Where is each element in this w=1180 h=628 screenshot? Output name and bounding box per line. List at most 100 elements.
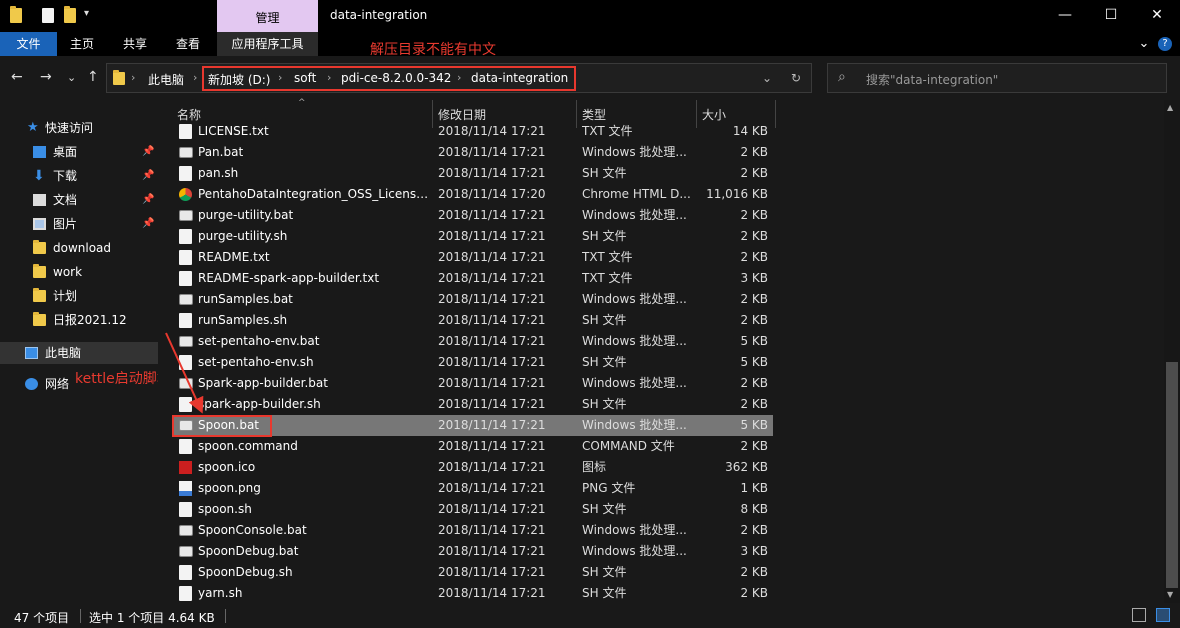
nav-download-folder[interactable]: download xyxy=(0,237,158,259)
details-view-icon[interactable] xyxy=(1132,608,1146,622)
quick-access-dropdown-icon[interactable]: ▾ xyxy=(84,8,89,19)
file-name: Spark-app-builder.bat xyxy=(198,376,328,390)
table-row[interactable]: spoon.command 2018/11/14 17:21 COMMAND 文件 2… xyxy=(173,436,773,457)
search-input[interactable]: ⌕ 搜索"data-integration" xyxy=(827,63,1167,93)
tab-home[interactable]: 主页 xyxy=(57,32,107,56)
file-date: 2018/11/14 17:21 xyxy=(438,229,546,243)
chrome-file-icon xyxy=(179,188,192,201)
spoon-highlight-box xyxy=(172,415,272,437)
minimize-button[interactable]: — xyxy=(1042,0,1088,32)
nav-plan-folder[interactable]: 计划 xyxy=(0,285,158,307)
bat-file-icon xyxy=(179,147,193,158)
up-arrow-icon[interactable]: ↑ xyxy=(87,69,99,85)
ribbon: 文件 主页 共享 查看 应用程序工具 ⌄ ? xyxy=(0,32,1180,56)
large-icons-view-icon[interactable] xyxy=(1156,608,1170,622)
table-row[interactable]: Pan.bat 2018/11/14 17:21 Windows 批处理... 2 K… xyxy=(173,142,773,163)
properties-icon[interactable] xyxy=(42,8,54,23)
file-name: spoon.sh xyxy=(198,502,252,516)
file-size: 2 KB xyxy=(740,292,768,306)
selection-info: 选中 1 个项目 4.64 KB xyxy=(89,611,215,625)
scroll-down-icon[interactable]: ▼ xyxy=(1167,590,1173,599)
maximize-button[interactable]: ☐ xyxy=(1088,0,1134,32)
table-row[interactable]: README-spark-app-builder.txt 2018/11/14 1… xyxy=(173,268,773,289)
table-row[interactable]: purge-utility.bat 2018/11/14 17:21 Windows… xyxy=(173,205,773,226)
forward-arrow-icon[interactable]: → xyxy=(40,69,52,85)
scroll-thumb[interactable] xyxy=(1166,362,1178,588)
nav-pictures[interactable]: 图片 📌 xyxy=(0,213,158,235)
help-icon[interactable]: ? xyxy=(1158,37,1172,51)
table-row[interactable]: LICENSE.txt 2018/11/14 17:21 TXT 文件 14 KB xyxy=(173,121,773,142)
file-name: purge-utility.bat xyxy=(198,208,294,222)
table-row[interactable]: PentahoDataIntegration_OSS_License... 201… xyxy=(173,184,773,205)
table-row[interactable]: spoon.sh 2018/11/14 17:21 SH 文件 8 KB xyxy=(173,499,773,520)
table-row[interactable]: purge-utility.sh 2018/11/14 17:21 SH 文件 2 K… xyxy=(173,226,773,247)
breadcrumb-separator[interactable]: › xyxy=(193,71,197,84)
nav-work-folder[interactable]: work xyxy=(0,261,158,283)
tab-app-tools[interactable]: 应用程序工具 xyxy=(217,32,318,56)
ico-file-icon xyxy=(179,461,192,474)
folder-icon xyxy=(113,70,125,85)
table-row[interactable]: spoon.ico 2018/11/14 17:21 图标 362 KB xyxy=(173,457,773,478)
refresh-icon[interactable]: ↻ xyxy=(791,71,801,85)
close-button[interactable]: ✕ xyxy=(1134,0,1180,32)
file-name: PentahoDataIntegration_OSS_License... xyxy=(198,187,430,201)
table-row[interactable]: runSamples.bat 2018/11/14 17:21 Windows 批处… xyxy=(173,289,773,310)
table-row[interactable]: pan.sh 2018/11/14 17:21 SH 文件 2 KB xyxy=(173,163,773,184)
tab-view[interactable]: 查看 xyxy=(163,32,213,56)
file-type: SH 文件 xyxy=(582,397,627,411)
table-row[interactable]: set-pentaho-env.sh 2018/11/14 17:21 SH 文件 5… xyxy=(173,352,773,373)
vertical-scrollbar[interactable]: ▲ ▼ xyxy=(1164,100,1180,603)
file-size: 1 KB xyxy=(740,481,768,495)
file-type: SH 文件 xyxy=(582,313,627,327)
new-folder-icon[interactable] xyxy=(64,6,76,23)
nav-desktop[interactable]: 桌面 📌 xyxy=(0,141,158,163)
table-row[interactable]: SpoonDebug.sh 2018/11/14 17:21 SH 文件 2 KB xyxy=(173,562,773,583)
address-dropdown-icon[interactable]: ⌄ xyxy=(762,71,772,85)
png-file-icon xyxy=(179,481,192,496)
txt-file-icon xyxy=(179,565,192,580)
tab-file[interactable]: 文件 xyxy=(0,32,57,56)
file-size: 11,016 KB xyxy=(706,187,768,201)
back-arrow-icon[interactable]: ← xyxy=(11,69,23,85)
picture-icon xyxy=(33,218,46,230)
nav-daily-report-folder[interactable]: 日报2021.12 xyxy=(0,309,158,331)
bat-file-icon xyxy=(179,210,193,221)
table-row[interactable]: spoon.png 2018/11/14 17:21 PNG 文件 1 KB xyxy=(173,478,773,499)
table-row[interactable]: README.txt 2018/11/14 17:21 TXT 文件 2 KB xyxy=(173,247,773,268)
table-row[interactable]: SpoonConsole.bat 2018/11/14 17:21 Windows … xyxy=(173,520,773,541)
nav-quick-access[interactable]: ★ 快速访问 xyxy=(0,117,158,139)
table-row[interactable]: set-pentaho-env.bat 2018/11/14 17:21 Windo… xyxy=(173,331,773,352)
file-size: 362 KB xyxy=(725,460,768,474)
nav-this-pc[interactable]: 此电脑 xyxy=(0,342,158,364)
tab-share[interactable]: 共享 xyxy=(110,32,160,56)
table-row[interactable]: SpoonDebug.bat 2018/11/14 17:21 Windows 批处… xyxy=(173,541,773,562)
file-date: 2018/11/14 17:21 xyxy=(438,166,546,180)
file-type: TXT 文件 xyxy=(582,271,633,285)
file-type: Windows 批处理... xyxy=(582,145,687,159)
item-count: 47 个项目 xyxy=(14,611,70,625)
ribbon-collapse-icon[interactable]: ⌄ xyxy=(1134,32,1154,56)
bat-file-icon xyxy=(179,294,193,305)
nav-downloads[interactable]: ⬇ 下载 📌 xyxy=(0,165,158,187)
breadcrumb-this-pc[interactable]: 此电脑 xyxy=(148,71,184,88)
txt-file-icon xyxy=(179,229,192,244)
file-date: 2018/11/14 17:21 xyxy=(438,145,546,159)
txt-file-icon xyxy=(179,166,192,181)
scroll-up-icon[interactable]: ▲ xyxy=(1167,103,1173,112)
file-size: 5 KB xyxy=(740,355,768,369)
table-row[interactable]: Spark-app-builder.bat 2018/11/14 17:21 Win… xyxy=(173,373,773,394)
file-size: 5 KB xyxy=(740,334,768,348)
table-row[interactable]: yarn.sh 2018/11/14 17:21 SH 文件 2 KB xyxy=(173,583,773,604)
table-row[interactable]: spark-app-builder.sh 2018/11/14 17:21 SH 文… xyxy=(173,394,773,415)
recent-locations-icon[interactable]: ⌄ xyxy=(67,71,76,84)
column-divider[interactable] xyxy=(775,100,776,128)
file-date: 2018/11/14 17:21 xyxy=(438,355,546,369)
file-name: README-spark-app-builder.txt xyxy=(198,271,380,285)
nav-documents[interactable]: 文档 📌 xyxy=(0,189,158,211)
file-type: TXT 文件 xyxy=(582,124,633,138)
table-row[interactable]: runSamples.sh 2018/11/14 17:21 SH 文件 2 KB xyxy=(173,310,773,331)
breadcrumb-separator[interactable]: › xyxy=(131,71,135,84)
file-type: SH 文件 xyxy=(582,565,627,579)
file-type: PNG 文件 xyxy=(582,481,636,495)
tab-manage[interactable]: 管理 xyxy=(217,0,318,32)
